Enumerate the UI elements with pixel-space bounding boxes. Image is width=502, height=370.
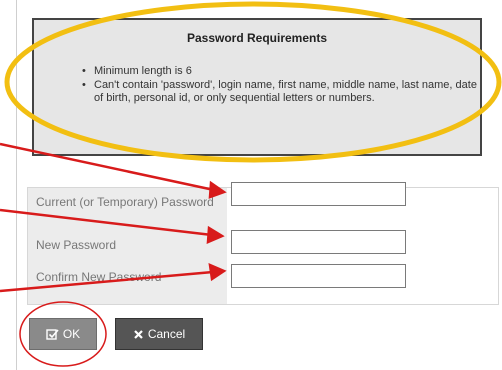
- confirm-password-label: Confirm New Password: [36, 270, 162, 284]
- requirement-text: Minimum length is 6: [94, 65, 192, 77]
- new-password-label: New Password: [36, 238, 117, 252]
- requirements-list: • Minimum length is 6 • Can't contain 'p…: [82, 65, 482, 106]
- cancel-label: Cancel: [147, 327, 186, 341]
- cancel-button[interactable]: Cancel: [115, 318, 203, 350]
- bullet-icon: •: [82, 79, 86, 91]
- current-password-label: Current (or Temporary) Password: [36, 195, 214, 209]
- ok-button[interactable]: OK: [29, 318, 97, 350]
- bullet-icon: •: [82, 65, 86, 77]
- current-password-input[interactable]: [231, 182, 406, 206]
- requirement-item: • Can't contain 'password', login name, …: [82, 79, 482, 105]
- requirement-text: Can't contain 'password', login name, fi…: [94, 79, 477, 104]
- requirements-title: Password Requirements: [186, 31, 328, 45]
- label-column: Current (or Temporary) Password New Pass…: [28, 188, 227, 304]
- checkbox-icon: [46, 328, 59, 340]
- confirm-password-input[interactable]: [231, 264, 406, 288]
- ok-label: OK: [62, 327, 81, 341]
- new-password-input[interactable]: [231, 230, 406, 254]
- requirement-item: • Minimum length is 6: [82, 65, 482, 78]
- x-icon: [134, 329, 143, 339]
- password-requirements-box: Password Requirements • Minimum length i…: [32, 18, 482, 156]
